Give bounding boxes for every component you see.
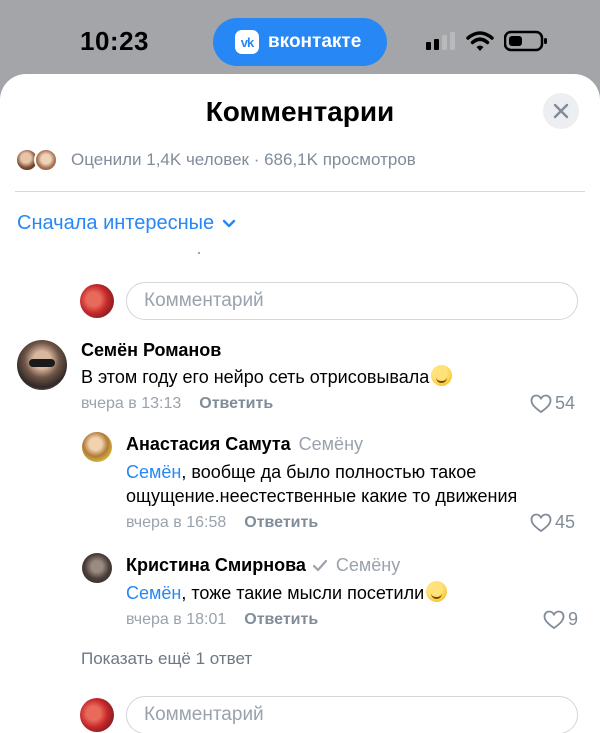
reply-button[interactable]: Ответить: [244, 611, 318, 629]
vk-app-name: вконтакте: [268, 31, 362, 52]
reply-date: вчера в 18:01: [126, 611, 227, 628]
comment-input[interactable]: [126, 696, 578, 733]
like-count: 54: [555, 393, 576, 413]
close-button[interactable]: [543, 93, 579, 129]
chevron-down-icon: [222, 219, 236, 227]
sunglasses-icon: [29, 359, 55, 367]
divider: [198, 252, 200, 254]
reply-button[interactable]: Ответить: [199, 395, 273, 413]
avatar[interactable]: [17, 340, 67, 390]
reply-author[interactable]: Кристина Смирнова: [126, 555, 306, 576]
divider: [15, 191, 585, 192]
close-icon: [553, 103, 569, 119]
reply-text: Семён, вообще да было полностью такое ощ…: [126, 460, 517, 508]
reactions-stats[interactable]: Оценили 1,4K человек · 686,1K просмотров: [15, 146, 416, 174]
heart-icon: [543, 610, 565, 629]
comment-input-row: [80, 282, 578, 320]
heart-icon: [530, 513, 552, 532]
reply-header: Анастасия Самута Семёну: [126, 434, 363, 455]
like-button[interactable]: 45: [530, 512, 575, 533]
vk-logo-icon: vk: [235, 30, 259, 54]
liked-avatars: [15, 148, 61, 172]
wifi-icon: [466, 31, 494, 51]
comment-date: вчера в 13:13: [81, 395, 182, 412]
mention-link[interactable]: Семён: [126, 462, 181, 482]
show-more-replies[interactable]: Показать ещё 1 ответ: [81, 649, 252, 669]
status-bar: 10:23 vk вконтакте: [0, 0, 600, 80]
reply-date: вчера в 16:58: [126, 514, 227, 531]
reply: Кристина Смирнова Семёну Семён, тоже так…: [0, 549, 600, 639]
vk-app-pill[interactable]: vk вконтакте: [213, 18, 387, 66]
signal-icon: [426, 32, 455, 50]
reply-to[interactable]: Семёну: [299, 434, 363, 455]
reply-body: , тоже такие мысли посетили: [181, 583, 425, 603]
reply-body: ощущение.неестественные какие то движени…: [126, 486, 518, 506]
reply-body: , вообще да было полностью такое: [181, 462, 477, 482]
reply-meta: вчера в 18:01 Ответить: [126, 611, 318, 629]
like-button[interactable]: 9: [543, 609, 578, 630]
avatar: [80, 698, 114, 732]
like-button[interactable]: 54: [530, 393, 575, 414]
avatar: [80, 284, 114, 318]
emoji-icon: [426, 581, 448, 602]
heart-icon: [530, 394, 552, 413]
avatar[interactable]: [82, 553, 112, 583]
like-count: 45: [555, 512, 576, 532]
comment: Семён Романов В этом году его нейро сеть…: [0, 336, 600, 416]
like-count: 9: [568, 609, 579, 629]
comment-meta: вчера в 13:13 Ответить: [81, 395, 273, 413]
reply-to[interactable]: Семёну: [336, 555, 400, 576]
sheet-title: Комментарии: [205, 96, 395, 127]
comment-text: В этом году его нейро сеть отрисовывала: [81, 365, 453, 389]
comment-body: В этом году его нейро сеть отрисовывала: [81, 367, 430, 387]
comment-input[interactable]: [126, 282, 578, 320]
comment-header: Семён Романов: [81, 340, 221, 361]
status-time: 10:23: [80, 26, 149, 56]
comments-sheet: Комментарии Оценили 1,4K человек · 686,1…: [0, 74, 600, 733]
avatar: [34, 148, 58, 172]
stats-text: Оценили 1,4K человек · 686,1K просмотров: [71, 150, 416, 169]
emoji-icon: [431, 365, 453, 386]
reply-button[interactable]: Ответить: [244, 514, 318, 532]
reply-meta: вчера в 16:58 Ответить: [126, 514, 318, 532]
mention-link[interactable]: Семён: [126, 583, 181, 603]
reply-author[interactable]: Анастасия Самута: [126, 434, 291, 455]
comment-author[interactable]: Семён Романов: [81, 340, 221, 361]
avatar[interactable]: [82, 432, 112, 462]
battery-icon: [504, 30, 547, 52]
comment-input-row: [80, 696, 578, 733]
verified-icon: [312, 559, 328, 571]
sort-label: Сначала интересные: [17, 212, 215, 234]
reply: Анастасия Самута Семёну Семён, вообще да…: [0, 428, 600, 538]
reply-header: Кристина Смирнова Семёну: [126, 555, 400, 576]
sort-dropdown[interactable]: Сначала интересные: [17, 212, 236, 235]
reply-text: Семён, тоже такие мысли посетили: [126, 581, 448, 605]
